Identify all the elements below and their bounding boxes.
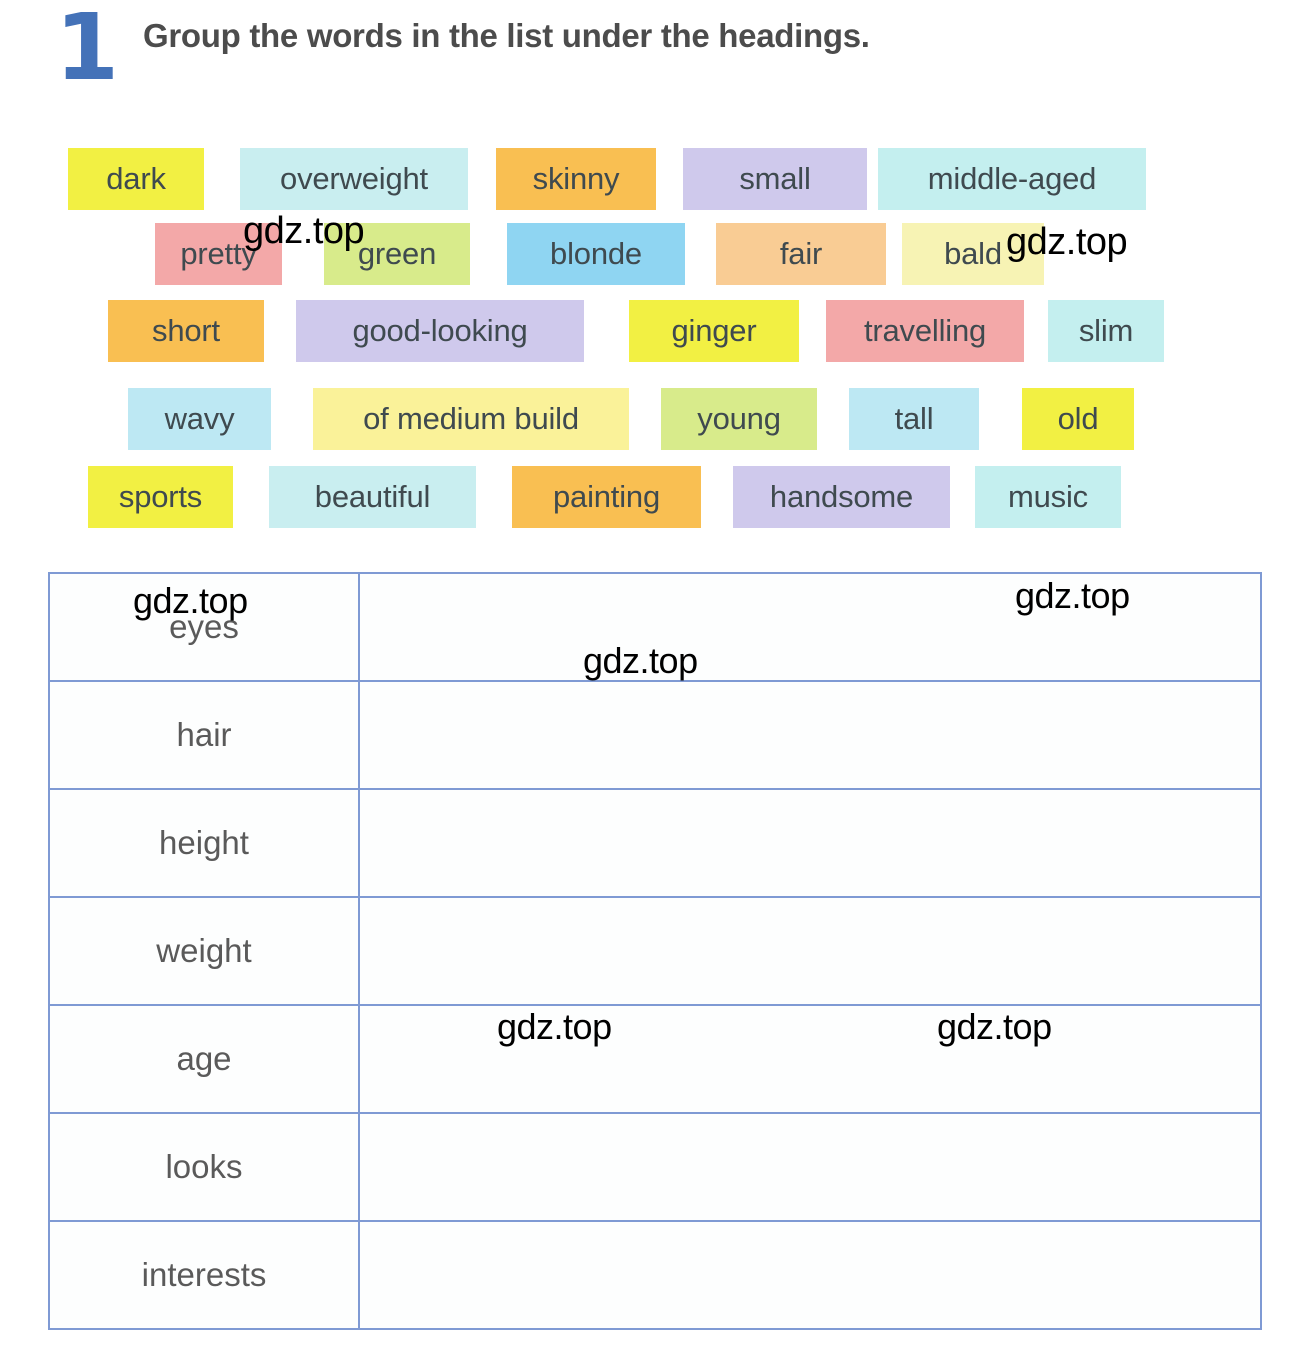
answer-cell-looks[interactable] [358,1112,1262,1222]
watermark: gdz.top [497,1006,612,1047]
watermark: gdz.top [243,210,365,252]
watermark: gdz.top [1015,575,1130,616]
watermark: gdz.top [937,1006,1052,1047]
watermark: gdz.top [1006,221,1128,263]
table-row: interests [48,1220,1262,1330]
table-row: hair [48,680,1262,790]
exercise-header: 1 Group the words in the list under the … [0,0,1307,120]
table-row: weight [48,896,1262,1006]
word-chip[interactable]: skinny [496,148,656,210]
word-chip[interactable]: middle-aged [878,148,1146,210]
exercise-number: 1 [55,0,119,101]
word-chip[interactable]: ginger [629,300,799,362]
word-chip[interactable]: good-looking [296,300,584,362]
word-chip[interactable]: painting [512,466,701,528]
word-chip[interactable]: young [661,388,817,450]
table-row: height [48,788,1262,898]
word-chip[interactable]: overweight [240,148,468,210]
heading-cell-hair: hair [48,680,360,790]
heading-cell-height: height [48,788,360,898]
headings-table-body: eyes hair height weight age looks interests [48,572,1262,1330]
word-chip[interactable]: dark [68,148,204,210]
heading-cell-age: age [48,1004,360,1114]
word-chip[interactable]: wavy [128,388,271,450]
answer-cell-age[interactable] [358,1004,1262,1114]
table-row: looks [48,1112,1262,1222]
watermark: gdz.top [583,640,698,681]
answer-cell-interests[interactable] [358,1220,1262,1330]
word-chip[interactable]: of medium build [313,388,629,450]
word-chip[interactable]: short [108,300,264,362]
word-chip[interactable]: fair [716,223,886,285]
word-chip[interactable]: sports [88,466,233,528]
word-chip[interactable]: travelling [826,300,1024,362]
heading-cell-interests: interests [48,1220,360,1330]
word-bank: dark overweight skinny small middle-aged pret… [0,148,1307,548]
word-chip[interactable]: slim [1048,300,1164,362]
word-chip[interactable]: beautiful [269,466,476,528]
answer-cell-weight[interactable] [358,896,1262,1006]
table-row: age [48,1004,1262,1114]
heading-cell-weight: weight [48,896,360,1006]
answer-cell-height[interactable] [358,788,1262,898]
headings-table: eyes hair height weight age looks interests [48,572,1262,1330]
word-chip[interactable]: old [1022,388,1134,450]
word-chip[interactable]: blonde [507,223,685,285]
watermark: gdz.top [133,580,248,621]
answer-cell-hair[interactable] [358,680,1262,790]
heading-cell-looks: looks [48,1112,360,1222]
word-chip[interactable]: handsome [733,466,950,528]
word-chip[interactable]: tall [849,388,979,450]
word-chip[interactable]: music [975,466,1121,528]
word-chip[interactable]: small [683,148,867,210]
exercise-instruction-title: Group the words in the list under the he… [143,17,870,54]
